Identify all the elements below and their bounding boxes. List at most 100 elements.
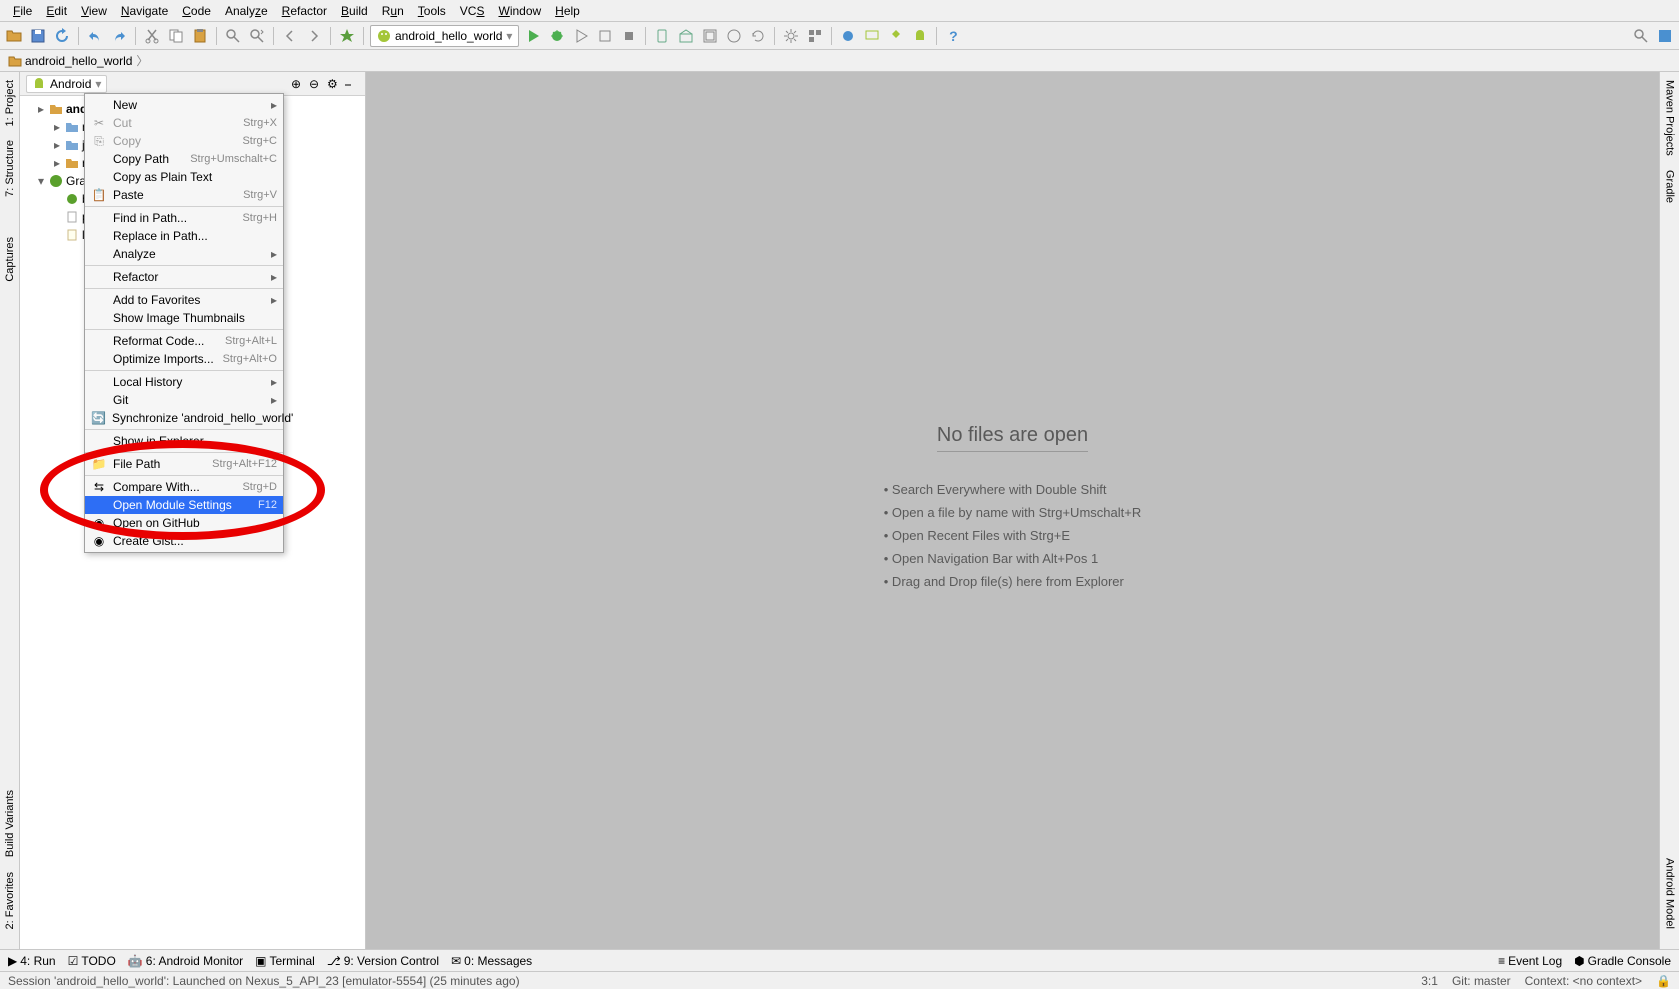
android-icon xyxy=(377,29,391,43)
context-menu-item[interactable]: Find in Path...Strg+H xyxy=(85,209,283,227)
stop-icon[interactable] xyxy=(619,26,639,46)
context-menu-item[interactable]: Refactor▸ xyxy=(85,268,283,286)
menu-file[interactable]: File xyxy=(6,2,39,20)
bottom-tab[interactable]: 🤖6: Android Monitor xyxy=(128,954,243,968)
context-menu-item[interactable]: Reformat Code...Strg+Alt+L xyxy=(85,332,283,350)
context-menu-item[interactable]: ◉Open on GitHub xyxy=(85,514,283,532)
context-menu-item[interactable]: Optimize Imports...Strg+Alt+O xyxy=(85,350,283,368)
hide-panel-icon[interactable]: ⎯ xyxy=(345,77,359,91)
sync-icon[interactable] xyxy=(52,26,72,46)
folder-icon xyxy=(49,102,63,116)
device-monitor-icon[interactable] xyxy=(862,26,882,46)
replace-icon[interactable] xyxy=(247,26,267,46)
back-icon[interactable] xyxy=(280,26,300,46)
collapse-all-icon[interactable]: ⊖ xyxy=(309,77,323,91)
tab-captures[interactable]: Captures xyxy=(4,233,16,286)
project-view-dropdown[interactable]: Android ▾ xyxy=(26,75,107,93)
context-menu-item[interactable]: ⇆Compare With...Strg+D xyxy=(85,478,283,496)
find-icon[interactable] xyxy=(223,26,243,46)
bottom-tab[interactable]: ▶4: Run xyxy=(8,954,56,968)
bottom-tab[interactable]: ☑TODO xyxy=(68,954,116,968)
scroll-from-source-icon[interactable]: ⊕ xyxy=(291,77,305,91)
tab-structure[interactable]: 7: Structure xyxy=(4,136,16,201)
context-menu-item[interactable]: Copy PathStrg+Umschalt+C xyxy=(85,150,283,168)
menu-help[interactable]: Help xyxy=(548,2,587,20)
make-icon[interactable] xyxy=(337,26,357,46)
save-icon[interactable] xyxy=(28,26,48,46)
tab-build-variants[interactable]: Build Variants xyxy=(4,786,16,861)
status-lock-icon[interactable]: 🔒 xyxy=(1656,974,1671,988)
ide-settings-icon[interactable] xyxy=(1655,26,1675,46)
sync-gradle-icon[interactable] xyxy=(838,26,858,46)
context-menu-item[interactable]: Local History▸ xyxy=(85,373,283,391)
project-structure-icon[interactable] xyxy=(805,26,825,46)
cut-icon[interactable] xyxy=(142,26,162,46)
avd-manager-icon[interactable] xyxy=(652,26,672,46)
revert-icon[interactable] xyxy=(748,26,768,46)
context-menu-item[interactable]: New▸ xyxy=(85,96,283,114)
empty-state: No files are open • Search Everywhere wi… xyxy=(884,424,1141,597)
menu-navigate[interactable]: Navigate xyxy=(114,2,175,20)
redo-icon[interactable] xyxy=(109,26,129,46)
context-menu-item[interactable]: Open Module SettingsF12 xyxy=(85,496,283,514)
menu-edit[interactable]: Edit xyxy=(39,2,74,20)
copy-icon[interactable] xyxy=(166,26,186,46)
context-menu-item[interactable]: 🔄Synchronize 'android_hello_world' xyxy=(85,409,283,427)
tab-project[interactable]: 1: Project xyxy=(4,76,16,130)
sdk-manager-icon[interactable] xyxy=(676,26,696,46)
tab-favorites[interactable]: 2: Favorites xyxy=(4,868,16,933)
menu-vcs[interactable]: VCS xyxy=(453,2,492,20)
breadcrumb-project[interactable]: android_hello_world xyxy=(8,54,132,68)
menu-refactor[interactable]: Refactor xyxy=(275,2,334,20)
context-menu-item[interactable]: Git▸ xyxy=(85,391,283,409)
menu-analyze[interactable]: Analyze xyxy=(218,2,275,20)
debug-button[interactable] xyxy=(547,26,567,46)
paste-icon: 📋 xyxy=(91,188,107,202)
bottom-tab[interactable]: ⬢Gradle Console xyxy=(1574,954,1671,968)
menu-window[interactable]: Window xyxy=(491,2,548,20)
menu-tools[interactable]: Tools xyxy=(411,2,453,20)
profile-icon[interactable] xyxy=(571,26,591,46)
paste-icon[interactable] xyxy=(190,26,210,46)
context-menu-item[interactable]: Show in Explorer xyxy=(85,432,283,450)
help-icon[interactable]: ? xyxy=(943,26,963,46)
bottom-tab[interactable]: ✉0: Messages xyxy=(451,954,532,968)
terminal-icon: ▣ xyxy=(255,954,266,968)
open-icon[interactable] xyxy=(4,26,24,46)
msg-icon: ✉ xyxy=(451,954,461,968)
tab-android-model[interactable]: Android Model xyxy=(1664,854,1676,933)
menu-run[interactable]: Run xyxy=(375,2,411,20)
context-menu-item[interactable]: Show Image Thumbnails xyxy=(85,309,283,327)
theme-editor-icon[interactable] xyxy=(724,26,744,46)
menu-view[interactable]: View xyxy=(74,2,114,20)
forward-icon[interactable] xyxy=(304,26,324,46)
undo-icon[interactable] xyxy=(85,26,105,46)
menu-build[interactable]: Build xyxy=(334,2,375,20)
tab-maven[interactable]: Maven Projects xyxy=(1664,76,1676,160)
bottom-tab[interactable]: ≡Event Log xyxy=(1498,954,1562,968)
panel-settings-icon[interactable]: ⚙ xyxy=(327,77,341,91)
run-icon: ▶ xyxy=(8,954,17,968)
bottom-tab[interactable]: ⎇9: Version Control xyxy=(327,954,439,968)
status-git[interactable]: Git: master xyxy=(1452,974,1511,988)
editor-area[interactable]: No files are open • Search Everywhere wi… xyxy=(366,72,1659,949)
status-context[interactable]: Context: <no context> xyxy=(1525,974,1642,988)
menu-code[interactable]: Code xyxy=(175,2,218,20)
settings-icon[interactable] xyxy=(781,26,801,46)
context-menu-item[interactable]: Replace in Path... xyxy=(85,227,283,245)
search-everywhere-icon[interactable] xyxy=(1631,26,1651,46)
layout-inspector-icon[interactable] xyxy=(700,26,720,46)
context-menu-item[interactable]: ◉Create Gist... xyxy=(85,532,283,550)
context-menu-item[interactable]: 📁File PathStrg+Alt+F12 xyxy=(85,455,283,473)
android-icon2[interactable] xyxy=(910,26,930,46)
context-menu-item[interactable]: Add to Favorites▸ xyxy=(85,291,283,309)
run-config-dropdown[interactable]: android_hello_world ▾ xyxy=(370,25,519,47)
adb-icon[interactable] xyxy=(886,26,906,46)
bottom-tab[interactable]: ▣Terminal xyxy=(255,954,315,968)
run-button[interactable] xyxy=(523,26,543,46)
context-menu-item[interactable]: 📋PasteStrg+V xyxy=(85,186,283,204)
context-menu-item[interactable]: Analyze▸ xyxy=(85,245,283,263)
context-menu-item[interactable]: Copy as Plain Text xyxy=(85,168,283,186)
tab-gradle[interactable]: Gradle xyxy=(1664,166,1676,207)
attach-debugger-icon[interactable] xyxy=(595,26,615,46)
